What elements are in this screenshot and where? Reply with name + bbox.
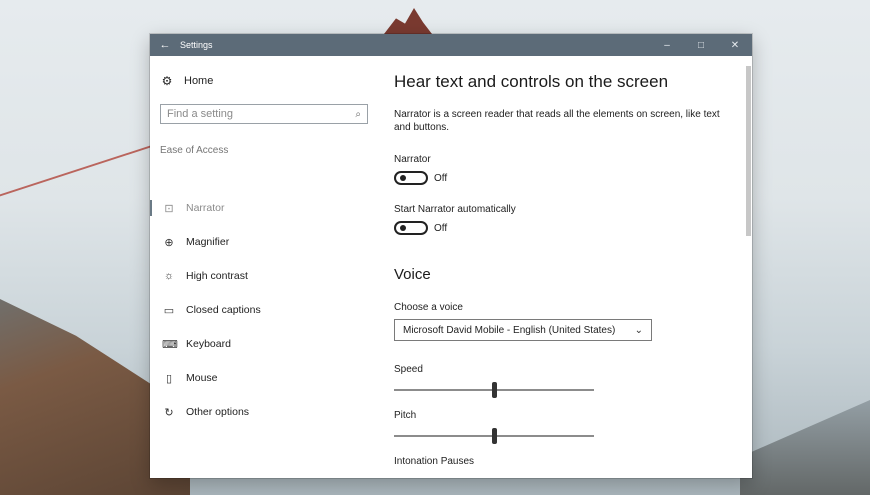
main-content: Hear text and controls on the screen Nar… [394,56,734,478]
search-input[interactable]: Find a setting ⌕ [160,104,368,124]
toggle-state: Off [434,172,448,184]
home-label: Home [184,75,214,87]
maximize-icon[interactable]: □ [684,40,718,51]
sidebar-item-keyboard[interactable]: ⌨ Keyboard [150,332,378,356]
search-placeholder: Find a setting [167,108,234,120]
sidebar-item-label: Closed captions [186,304,261,316]
toggle-state: Off [434,222,448,234]
magnifier-icon: ⊕ [164,236,174,249]
pitch-label: Pitch [394,410,417,421]
sidebar-item-magnifier[interactable]: ⊕ Magnifier [150,230,378,254]
pitch-slider[interactable] [394,428,594,444]
sidebar: ⚙ Home Find a setting ⌕ Ease of Access ⊡… [150,56,378,478]
settings-window: ← Settings – □ ✕ ⚙ Home Find a setting ⌕… [150,34,752,478]
home-link[interactable]: ⚙ Home [160,74,214,88]
intonation-label: Intonation Pauses [394,456,475,467]
voice-select-value: Microsoft David Mobile - English (United… [403,324,616,336]
choose-voice-label: Choose a voice [394,302,463,313]
voice-select[interactable]: Microsoft David Mobile - English (United… [394,319,652,341]
sidebar-item-label: Magnifier [186,236,230,248]
narrator-label: Narrator [394,154,431,165]
search-icon[interactable]: ⌕ [355,109,361,120]
sidebar-item-label: Other options [186,406,250,418]
sidebar-item-label: High contrast [186,270,248,282]
keyboard-icon: ⌨ [162,338,178,351]
window-title: Settings [180,40,213,50]
wallpaper-tower [384,8,432,34]
captions-icon: ▭ [163,304,175,317]
scrollbar[interactable] [744,56,752,478]
speed-slider[interactable] [394,382,594,398]
sidebar-item-high-contrast[interactable]: ☼ High contrast [150,264,378,288]
other-options-icon: ↻ [164,406,174,419]
sidebar-item-mouse[interactable]: ▯ Mouse [150,366,378,390]
narrator-toggle[interactable]: Off [394,171,447,185]
back-icon[interactable]: ← [150,39,180,51]
section-heading: Ease of Access [160,145,229,156]
autostart-toggle[interactable]: Off [394,221,447,235]
slider-thumb[interactable] [492,382,497,398]
speed-label: Speed [394,364,423,375]
voice-heading: Voice [394,266,431,283]
sidebar-item-closed-captions[interactable]: ▭ Closed captions [150,298,378,322]
gear-icon: ⚙ [161,74,173,88]
sidebar-item-other-options[interactable]: ↻ Other options [150,400,378,424]
sidebar-item-label: Keyboard [186,338,231,350]
toggle-switch[interactable] [394,221,428,235]
close-icon[interactable]: ✕ [718,40,752,51]
autostart-label: Start Narrator automatically [394,204,516,215]
page-title: Hear text and controls on the screen [394,72,669,91]
wallpaper-rocks [740,400,870,495]
scrollbar-thumb[interactable] [746,66,751,236]
page-description: Narrator is a screen reader that reads a… [394,109,720,133]
minimize-icon[interactable]: – [650,40,684,51]
slider-thumb[interactable] [492,428,497,444]
chevron-down-icon: ⌄ [634,324,643,336]
wallpaper-bridge [0,145,150,315]
mouse-icon: ▯ [165,372,173,385]
toggle-switch[interactable] [394,171,428,185]
sidebar-item-label: Narrator [186,202,225,214]
brightness-icon: ☼ [163,270,175,282]
sidebar-item-label: Mouse [186,372,218,384]
title-bar: ← Settings – □ ✕ [150,34,752,56]
narrator-icon: ⊡ [164,202,174,215]
sidebar-item-narrator[interactable]: ⊡ Narrator [150,196,378,220]
